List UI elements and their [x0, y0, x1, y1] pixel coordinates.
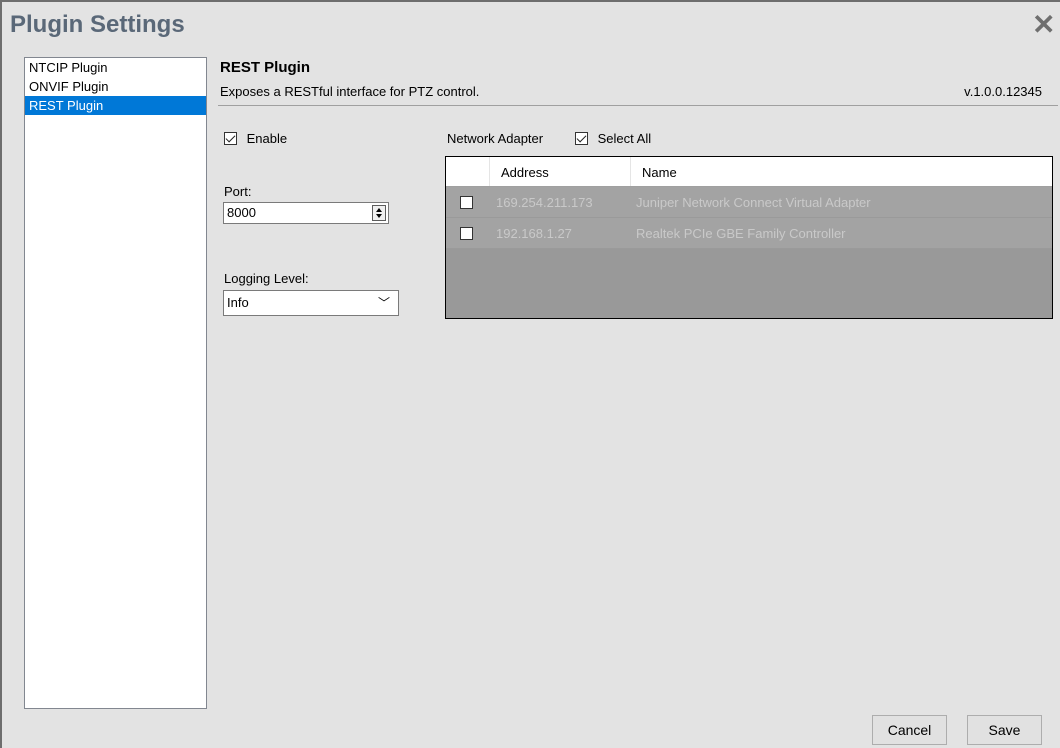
row-checkbox[interactable] [460, 196, 473, 209]
spin-up-icon[interactable] [376, 208, 382, 212]
sidebar-item-rest[interactable]: REST Plugin [25, 96, 206, 115]
enable-checkbox[interactable]: Enable [224, 130, 287, 146]
row-address: 169.254.211.173 [496, 195, 593, 210]
select-all-checkbox[interactable]: Select All [575, 130, 651, 146]
row-checkbox[interactable] [460, 227, 473, 240]
logging-level-select[interactable]: Info ﹀ [223, 290, 399, 316]
save-button[interactable]: Save [967, 715, 1042, 745]
logging-level-label: Logging Level: [224, 271, 309, 286]
column-separator [630, 157, 631, 186]
table-row[interactable]: 192.168.1.27 Realtek PCIe GBE Family Con… [446, 218, 1052, 249]
sidebar-item-ntcip[interactable]: NTCIP Plugin [25, 58, 206, 77]
plugin-description: Exposes a RESTful interface for PTZ cont… [220, 84, 480, 99]
row-name: Juniper Network Connect Virtual Adapter [636, 195, 871, 210]
chevron-down-icon[interactable]: ﹀ [378, 294, 390, 311]
table-row[interactable]: 169.254.211.173 Juniper Network Connect … [446, 187, 1052, 218]
select-all-label: Select All [597, 131, 652, 147]
header-divider [218, 105, 1058, 106]
sidebar-item-onvif[interactable]: ONVIF Plugin [25, 77, 206, 96]
column-header-name[interactable]: Name [642, 165, 677, 180]
cancel-button[interactable]: Cancel [872, 715, 947, 745]
row-name: Realtek PCIe GBE Family Controller [636, 226, 846, 241]
spin-down-icon[interactable] [376, 214, 382, 218]
column-header-address[interactable]: Address [501, 165, 549, 180]
port-label: Port: [224, 184, 252, 199]
plugin-list: NTCIP Plugin ONVIF Plugin REST Plugin [24, 57, 207, 709]
network-adapter-label: Network Adapter [447, 131, 544, 146]
enable-check-icon[interactable] [224, 132, 237, 146]
port-stepper[interactable]: 8000 [223, 202, 389, 224]
window-title: Plugin Settings [10, 11, 185, 38]
grid-empty-area [446, 249, 1052, 318]
select-all-check-icon[interactable] [575, 132, 588, 146]
grid-header: Address Name [446, 157, 1052, 187]
logging-level-value: Info [227, 295, 249, 310]
plugin-settings-window: Plugin Settings ✕ NTCIP Plugin ONVIF Plu… [0, 0, 1060, 748]
plugin-title: REST Plugin [220, 59, 310, 76]
network-adapter-grid: Address Name 169.254.211.173 Juniper Net… [445, 156, 1053, 319]
row-address: 192.168.1.27 [496, 226, 572, 241]
spin-buttons[interactable] [372, 205, 386, 221]
close-icon[interactable]: ✕ [1032, 11, 1058, 39]
version-label: v.1.0.0.12345 [964, 84, 1042, 99]
title-bar: Plugin Settings ✕ [2, 2, 1060, 46]
port-value[interactable]: 8000 [227, 205, 256, 220]
enable-label: Enable [246, 131, 288, 147]
column-separator [489, 157, 490, 186]
